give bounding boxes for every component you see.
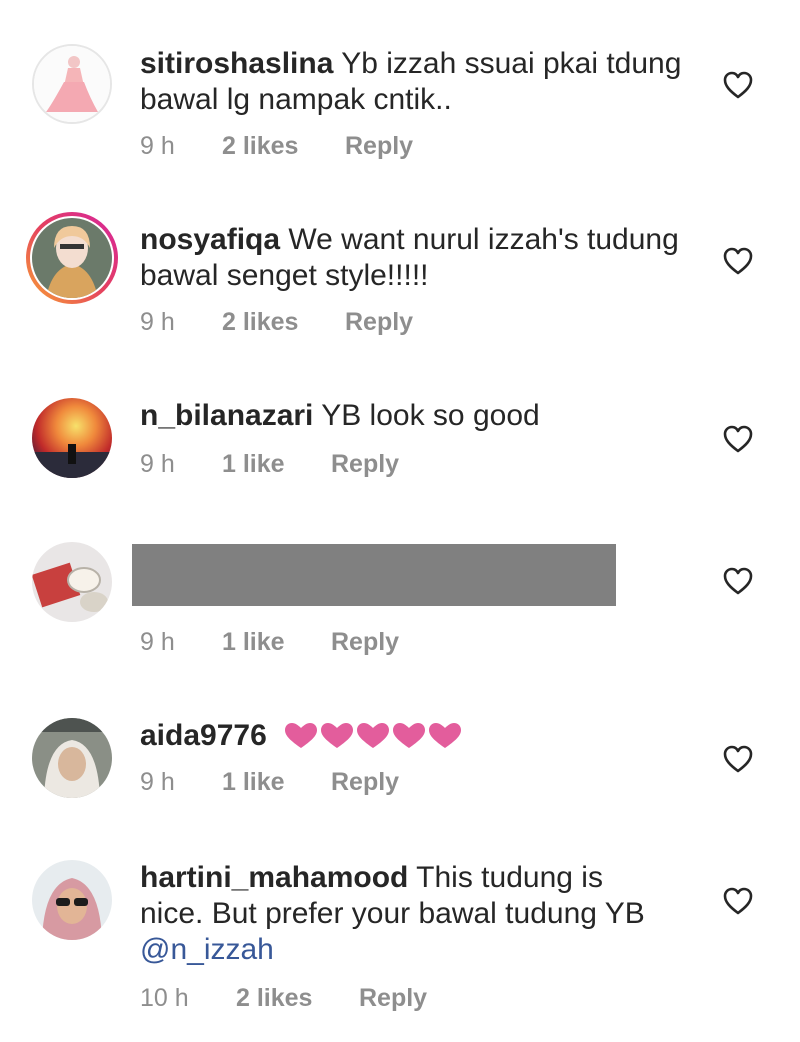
- avatar[interactable]: [32, 860, 112, 940]
- comment-body: YB look so good: [321, 399, 540, 432]
- likes-count[interactable]: 2 likes: [222, 132, 298, 161]
- comment-time: 9 h: [140, 768, 175, 796]
- heart-outline-icon[interactable]: [722, 246, 754, 276]
- comment-username[interactable]: n_bilanazari: [140, 399, 313, 432]
- comment-text: nosyafiqa We want nurul izzah's tudung b…: [140, 222, 700, 294]
- story-ring[interactable]: [26, 212, 118, 304]
- comment-text: sitiroshaslina Yb izzah ssuai pkai tdung…: [140, 46, 700, 118]
- reply-button[interactable]: Reply: [331, 768, 399, 797]
- comment-username[interactable]: aida9776: [140, 719, 267, 752]
- avatar[interactable]: [32, 718, 112, 798]
- avatar[interactable]: [32, 542, 112, 622]
- comment-username[interactable]: hartini_mahamood: [140, 861, 408, 894]
- heart-outline-icon[interactable]: [722, 744, 754, 774]
- comment-item: aida9776 9 h 1 like Reply: [0, 716, 800, 806]
- redaction-block: [132, 544, 616, 606]
- reply-button[interactable]: Reply: [331, 628, 399, 657]
- likes-count[interactable]: 1 like: [222, 628, 285, 657]
- comment-username[interactable]: sitiroshaslina: [140, 47, 333, 80]
- comment-item: 9 h 1 like Reply: [0, 540, 800, 670]
- heart-outline-icon[interactable]: [722, 70, 754, 100]
- comment-text: aida9776: [140, 718, 700, 759]
- heart-outline-icon[interactable]: [722, 566, 754, 596]
- mention-link[interactable]: @n_izzah: [140, 933, 274, 966]
- comment-text: hartini_mahamood This tudung is nice. Bu…: [140, 860, 670, 968]
- comment-time: 10 h: [140, 984, 189, 1012]
- reply-button[interactable]: Reply: [345, 308, 413, 337]
- likes-count[interactable]: 2 likes: [222, 308, 298, 337]
- likes-count[interactable]: 2 likes: [236, 984, 312, 1013]
- comment-time: 9 h: [140, 450, 175, 478]
- comment-item: hartini_mahamood This tudung is nice. Bu…: [0, 858, 800, 1028]
- comment-username[interactable]: nosyafiqa: [140, 223, 280, 256]
- comment-time: 9 h: [140, 308, 175, 336]
- avatar[interactable]: [32, 398, 112, 478]
- heart-outline-icon[interactable]: [722, 424, 754, 454]
- heart-emojis: [283, 722, 463, 759]
- comment-item: n_bilanazari YB look so good 9 h 1 like …: [0, 398, 800, 488]
- avatar[interactable]: [32, 44, 112, 124]
- reply-button[interactable]: Reply: [359, 984, 427, 1013]
- heart-outline-icon[interactable]: [722, 886, 754, 916]
- reply-button[interactable]: Reply: [345, 132, 413, 161]
- likes-count[interactable]: 1 like: [222, 768, 285, 797]
- comment-time: 9 h: [140, 628, 175, 656]
- likes-count[interactable]: 1 like: [222, 450, 285, 479]
- comment-item: sitiroshaslina Yb izzah ssuai pkai tdung…: [0, 40, 800, 170]
- comment-item: nosyafiqa We want nurul izzah's tudung b…: [0, 212, 800, 342]
- reply-button[interactable]: Reply: [331, 450, 399, 479]
- comment-time: 9 h: [140, 132, 175, 160]
- avatar[interactable]: [32, 218, 112, 298]
- comment-text: n_bilanazari YB look so good: [140, 398, 700, 434]
